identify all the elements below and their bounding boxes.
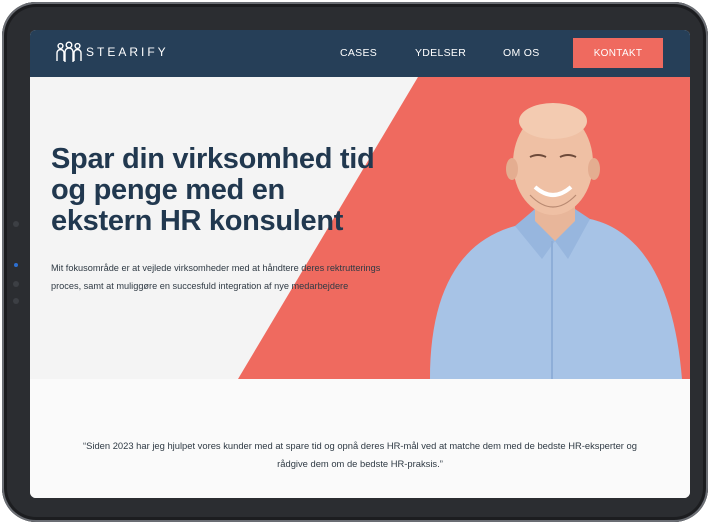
testimonial-quote: “Siden 2023 har jeg hjulpet vores kunder… bbox=[83, 440, 637, 469]
tablet-side-button bbox=[13, 298, 19, 304]
people-logo-icon bbox=[56, 41, 82, 62]
hero-headline: Spar din virksomhed tid og penge med en … bbox=[51, 143, 375, 237]
top-nav: STEARIFY CASES YDELSER OM OS KONTAKT bbox=[30, 30, 690, 77]
logo-text: STEARIFY bbox=[86, 45, 169, 59]
tablet-side-button bbox=[13, 281, 19, 287]
contact-button[interactable]: KONTAKT bbox=[573, 38, 663, 68]
tablet-frame: STEARIFY CASES YDELSER OM OS KONTAKT Spa… bbox=[2, 2, 708, 522]
tablet-side-button bbox=[13, 221, 19, 227]
logo[interactable]: STEARIFY bbox=[56, 41, 169, 63]
screen: STEARIFY CASES YDELSER OM OS KONTAKT Spa… bbox=[30, 30, 690, 498]
hero-subtext: Mit fokusområde er at vejlede virksomhed… bbox=[51, 263, 381, 291]
tablet-camera-dot bbox=[14, 263, 18, 267]
consultant-portrait bbox=[430, 103, 682, 379]
nav-link-ydelser[interactable]: YDELSER bbox=[415, 47, 466, 59]
nav-link-om-os[interactable]: OM OS bbox=[503, 47, 540, 59]
contact-button-label: KONTAKT bbox=[593, 47, 643, 59]
nav-link-cases[interactable]: CASES bbox=[340, 47, 377, 59]
testimonial-section: “Siden 2023 har jeg hjulpet vores kunder… bbox=[30, 379, 690, 498]
hero-section: Spar din virksomhed tid og penge med en … bbox=[30, 77, 690, 379]
